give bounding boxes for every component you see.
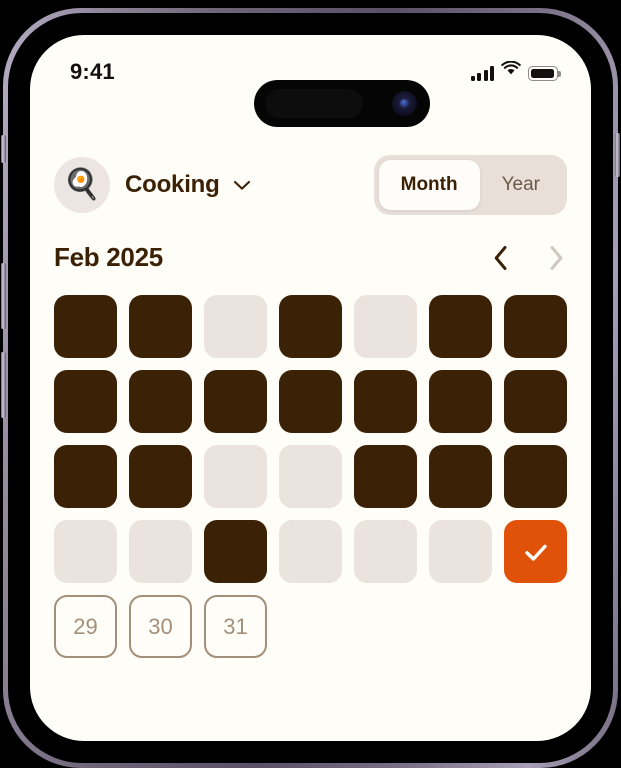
action-button[interactable] — [1, 135, 6, 163]
period-segment-month[interactable]: Month — [378, 160, 480, 210]
habit-cell-done[interactable] — [129, 445, 192, 508]
month-label: Feb 2025 — [54, 242, 163, 272]
habit-cell-done[interactable] — [354, 370, 417, 433]
habit-cell-done[interactable] — [54, 370, 117, 433]
habit-cell-done[interactable] — [504, 370, 567, 433]
habit-cell-empty[interactable] — [429, 520, 492, 583]
status-bar-time: 9:41 — [70, 59, 115, 84]
habit-cell-day-label: 29 — [73, 613, 98, 639]
habit-cell-done[interactable] — [504, 445, 567, 508]
app-content: 🍳 Cooking Month Year Feb 2025 29 30 31 — [30, 127, 591, 741]
habit-cell-done[interactable] — [129, 295, 192, 358]
habit-grid: 29 30 31 — [54, 295, 567, 658]
habit-cell-empty[interactable] — [129, 520, 192, 583]
habit-cell-done[interactable] — [129, 370, 192, 433]
volume-up-button[interactable] — [1, 263, 6, 329]
habit-cell-done[interactable] — [429, 295, 492, 358]
habit-cell-empty[interactable] — [279, 445, 342, 508]
habit-cell-done[interactable] — [429, 445, 492, 508]
habit-name-label: Cooking — [125, 171, 220, 198]
habit-cell-day-label: 31 — [223, 613, 248, 639]
phone-screen: 9:41 🍳 Cooking Month Year Feb 2025 29 30… — [30, 35, 591, 741]
phone-frame: 9:41 🍳 Cooking Month Year Feb 2025 29 30… — [0, 0, 621, 768]
power-button[interactable] — [615, 133, 620, 177]
app-header: 🍳 Cooking Month Year — [30, 127, 591, 225]
period-toggle[interactable]: Month Year — [373, 155, 567, 215]
habit-cell-empty[interactable] — [204, 295, 267, 358]
frying-pan-egg-icon: 🍳 — [54, 157, 110, 213]
prev-month-button[interactable] — [484, 241, 518, 275]
habit-cell-empty[interactable] — [354, 520, 417, 583]
dynamic-island-pill — [265, 89, 363, 118]
battery-cap — [558, 71, 561, 77]
battery-full-icon — [528, 66, 561, 81]
dynamic-island[interactable] — [254, 80, 430, 127]
month-nav: Feb 2025 — [30, 235, 591, 287]
habit-cell-done[interactable] — [204, 520, 267, 583]
habit-cell-day-label: 30 — [148, 613, 173, 639]
habit-selector[interactable]: 🍳 Cooking — [54, 157, 251, 213]
habit-cell-empty[interactable] — [354, 295, 417, 358]
habit-cell-empty[interactable] — [279, 520, 342, 583]
wifi-icon — [501, 60, 521, 81]
habit-cell-done[interactable] — [504, 295, 567, 358]
next-month-button[interactable] — [539, 241, 573, 275]
period-segment-year[interactable]: Year — [480, 160, 562, 210]
habit-cell-done[interactable] — [279, 295, 342, 358]
cellular-bars-icon — [470, 66, 494, 81]
habit-cell-done[interactable] — [54, 295, 117, 358]
habit-cell-empty[interactable] — [204, 445, 267, 508]
habit-cell-done[interactable] — [204, 370, 267, 433]
habit-cell-done[interactable] — [279, 370, 342, 433]
habit-cell-today[interactable] — [504, 520, 567, 583]
volume-down-button[interactable] — [1, 352, 6, 418]
habit-cell-done[interactable] — [354, 445, 417, 508]
chevron-down-icon[interactable] — [233, 178, 251, 196]
habit-cell-done[interactable] — [429, 370, 492, 433]
habit-cell-done[interactable] — [54, 445, 117, 508]
battery-fill — [530, 68, 555, 79]
checkmark-icon — [520, 536, 552, 568]
habit-cell-future[interactable]: 29 — [54, 595, 117, 658]
status-bar-icons — [470, 60, 561, 81]
habit-cell-empty[interactable] — [54, 520, 117, 583]
habit-cell-future[interactable]: 31 — [204, 595, 267, 658]
habit-cell-future[interactable]: 30 — [129, 595, 192, 658]
front-camera-icon — [392, 91, 417, 116]
